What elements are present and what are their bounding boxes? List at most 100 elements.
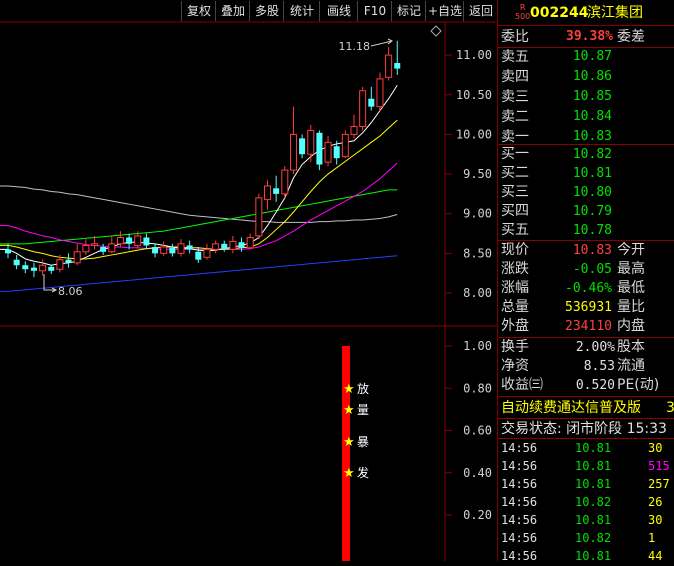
candle-body <box>246 236 254 249</box>
quote-label: 总量 <box>501 299 529 315</box>
candle-body <box>91 243 98 246</box>
tick-row: 14:56 10.81 44 <box>498 547 674 566</box>
tick-volume: 44 <box>648 549 663 563</box>
tick-price: 10.81 <box>575 459 612 473</box>
candle-body <box>359 90 367 127</box>
y-tick-label: 9.50 <box>463 167 492 181</box>
weidiff-label: 委差 <box>617 29 645 45</box>
badge-top: R <box>519 3 526 12</box>
candle-body <box>48 266 55 271</box>
quote-label2: 最低 <box>617 280 645 296</box>
bid-label: 买二 <box>501 165 529 181</box>
high-annotation: 11.18 <box>339 40 371 53</box>
bid-row[interactable]: 买四 10.79 <box>498 202 674 221</box>
high-arrow-icon <box>370 38 393 47</box>
signal-star-icon: ★ <box>343 466 355 481</box>
tick-volume: 257 <box>648 477 670 491</box>
tick-volume: 30 <box>648 441 663 455</box>
candle-body <box>65 259 72 263</box>
ask-label: 卖二 <box>501 109 529 125</box>
tick-price: 10.81 <box>575 477 612 491</box>
candle-body <box>186 245 193 250</box>
tick-price: 10.81 <box>575 549 612 563</box>
banner-text: 自动续费通达信普及版 <box>501 400 641 416</box>
tick-row: 14:56 10.81 257 <box>498 475 674 494</box>
candle-body <box>350 125 358 135</box>
candle-body <box>299 138 306 155</box>
quote-label2: 最高 <box>617 261 645 277</box>
kline-chart[interactable]: 11.00 10.50 10.00 9.50 9.00 8.50 8.00 11.18 8.06… <box>0 0 497 561</box>
ind-y-tick-label: 0.80 <box>463 381 492 395</box>
signal-star-icon: ★ <box>343 403 355 418</box>
divider <box>498 396 674 397</box>
bid-price: 10.82 <box>572 147 612 162</box>
ma60-line <box>0 185 398 223</box>
tick-row: 14:56 10.81 515 <box>498 457 674 476</box>
y-tick-label: 8.50 <box>463 246 492 260</box>
bid-row[interactable]: 买二 10.81 <box>498 164 674 183</box>
bid-label: 买三 <box>501 184 529 200</box>
ind-y-tick-label: 0.40 <box>463 466 492 480</box>
tick-price: 10.82 <box>575 495 612 509</box>
ask-row[interactable]: 卖四 10.86 <box>498 67 674 87</box>
bid-row[interactable]: 买一 10.82 <box>498 145 674 164</box>
trade-status: 交易状态: 闭市阶段 15:33 <box>501 421 667 437</box>
bid-row[interactable]: 买五 10.78 <box>498 221 674 240</box>
quote-row: 现价 10.83 今开 <box>498 241 674 260</box>
y-tick-label: 10.50 <box>456 88 492 102</box>
stock-name: 滨江集团 <box>587 5 643 21</box>
signal-star-icon: ★ <box>343 435 355 450</box>
bid-row[interactable]: 买三 10.80 <box>498 183 674 202</box>
tick-volume: 515 <box>648 459 670 473</box>
ind-y-tick-label: 0.60 <box>463 424 492 438</box>
quote-value: 536931 <box>565 300 612 315</box>
low-arrow-icon <box>43 274 58 293</box>
settings-diamond-icon[interactable] <box>430 25 442 37</box>
trade-status-row: 交易状态: 闭市阶段 15:33 <box>498 419 674 439</box>
candle-body <box>108 243 116 253</box>
candle-body <box>39 264 47 272</box>
stat-label: 换手 <box>501 339 529 355</box>
tick-time: 14:56 <box>501 459 538 473</box>
ask-price: 10.85 <box>572 89 612 104</box>
tick-time: 14:56 <box>501 477 538 491</box>
ask-label: 卖四 <box>501 69 529 85</box>
candle-body <box>134 235 142 246</box>
quote-label: 涨幅 <box>501 280 529 296</box>
candle-body <box>152 247 159 254</box>
stat-row: 收益㈢ 0.520 PE(动) <box>498 376 674 395</box>
tick-row: 14:56 10.82 1 <box>498 529 674 548</box>
ask-row[interactable]: 卖二 10.84 <box>498 107 674 127</box>
ask-row[interactable]: 卖三 10.85 <box>498 87 674 107</box>
candle-body <box>385 54 393 78</box>
quote-label2: 量比 <box>617 299 645 315</box>
stat-label: 净资 <box>501 358 529 374</box>
ind-y-tick-label: 1.00 <box>463 339 492 353</box>
tick-row: 14:56 10.82 26 <box>498 493 674 512</box>
candle-body <box>22 265 29 270</box>
stat-row: 换手 2.00% 股本 <box>498 338 674 357</box>
candle-body <box>5 249 11 254</box>
candle-body <box>281 169 289 195</box>
stock-code: 002244 <box>530 5 589 21</box>
signal-label: 暴 <box>357 435 369 449</box>
low-annotation: 8.06 <box>58 285 83 298</box>
ma5-line <box>0 84 398 266</box>
tick-time: 14:56 <box>501 513 538 527</box>
tick-time: 14:56 <box>501 495 538 509</box>
signal-label: 发 <box>357 465 369 480</box>
candle-body <box>229 240 237 250</box>
bid-label: 买四 <box>501 203 529 219</box>
bid-price: 10.78 <box>572 223 612 238</box>
candle-body <box>212 243 220 250</box>
candle-body <box>238 242 245 248</box>
signal-label: 放 <box>357 381 369 396</box>
weibi-label: 委比 <box>501 29 529 45</box>
promo-banner[interactable]: 自动续费通达信普及版 3 <box>498 398 674 418</box>
signal-bar <box>342 346 350 561</box>
candle-body <box>264 185 271 200</box>
candle-body <box>82 244 90 253</box>
candle-body <box>289 133 297 171</box>
ask-row[interactable]: 卖五 10.87 <box>498 47 674 67</box>
tick-price: 10.82 <box>575 531 612 545</box>
